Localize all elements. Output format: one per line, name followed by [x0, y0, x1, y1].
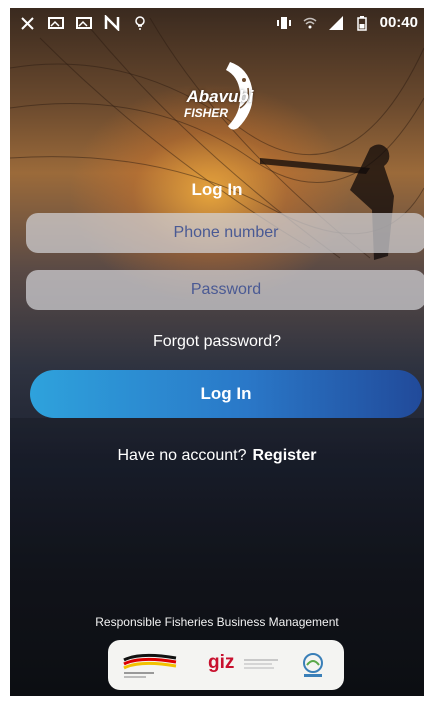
lamp-icon [135, 16, 145, 30]
forgot-password-link[interactable]: Forgot password? [10, 333, 424, 351]
app-logo: Abavubi FISHER [170, 56, 270, 136]
image-icon [48, 17, 64, 29]
embassy-logo [303, 653, 323, 677]
wifi-icon [303, 17, 317, 28]
login-screen: 00:40 Abavubi FISHER Log In Forgot passw… [10, 8, 424, 696]
battery-icon [356, 15, 367, 31]
status-bar: 00:40 [10, 8, 424, 40]
image-icon [76, 17, 92, 29]
page-title: Log In [191, 180, 243, 199]
phone-number-input[interactable] [26, 213, 424, 253]
vibrate-icon [276, 16, 291, 29]
status-time: 00:40 [379, 14, 418, 31]
logo-subtext: FISHER [183, 106, 228, 120]
n-icon [104, 15, 120, 31]
giz-subtext-graphic [244, 659, 278, 669]
signal-icon [328, 15, 343, 30]
password-input[interactable] [26, 270, 424, 310]
partner-logos: giz [108, 640, 344, 690]
logo-text: Abavubi [186, 87, 254, 106]
register-link[interactable]: Register [252, 447, 316, 464]
tools-icon [21, 17, 34, 30]
status-bar-right: 00:40 [276, 14, 418, 31]
giz-logo: giz [208, 652, 235, 673]
login-button[interactable]: Log In [30, 370, 422, 418]
status-bar-left [20, 15, 148, 31]
german-government-logo [123, 653, 177, 678]
register-prompt: Have no account? Register [10, 447, 424, 465]
footer-tagline: Responsible Fisheries Business Managemen… [95, 615, 339, 629]
no-account-text: Have no account? [117, 447, 247, 464]
